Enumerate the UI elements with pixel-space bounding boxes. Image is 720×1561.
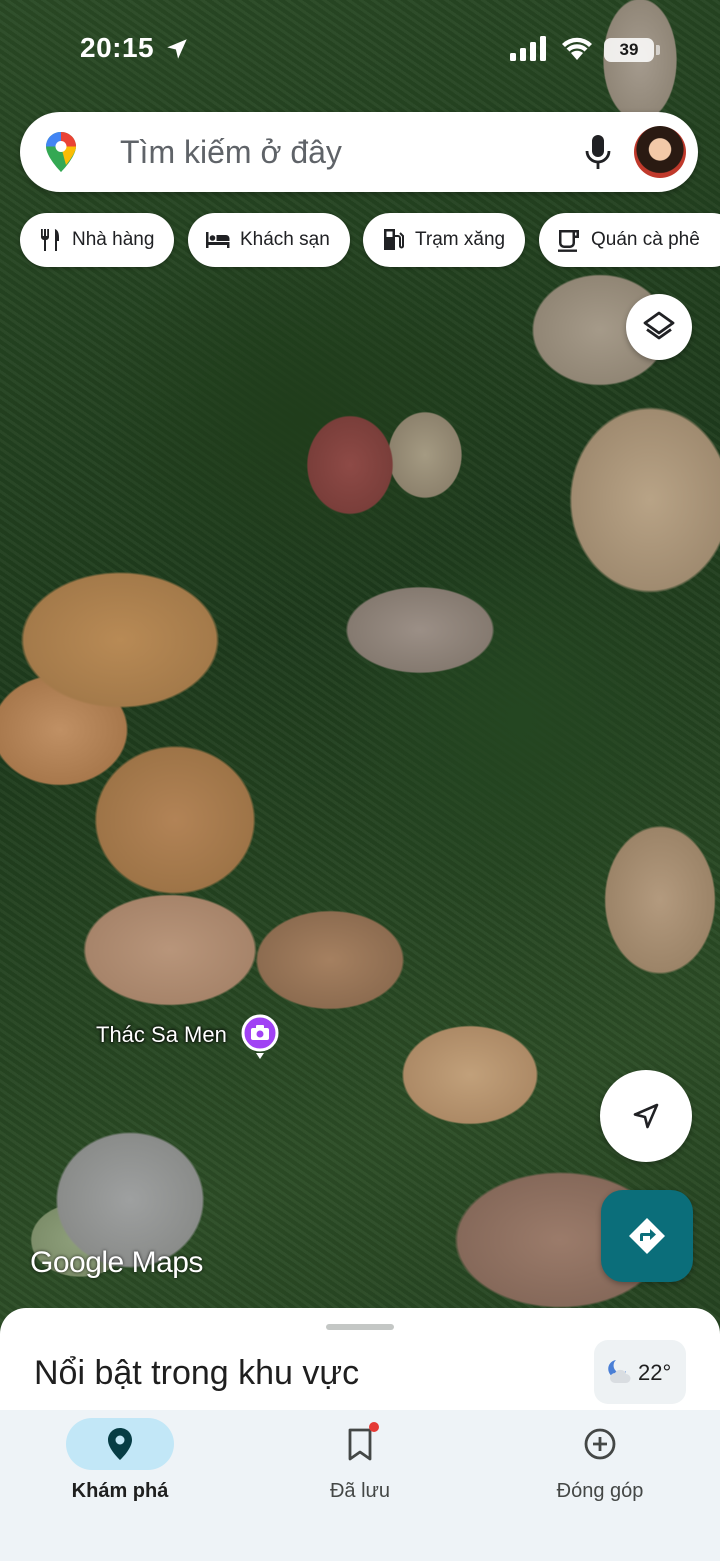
chip-restaurants[interactable]: Nhà hàng	[20, 213, 174, 267]
explore-pin-icon	[108, 1428, 132, 1460]
bottom-sheet[interactable]: Nổi bật trong khu vực 22°	[0, 1308, 720, 1418]
sheet-title: Nổi bật trong khu vực	[34, 1354, 360, 1392]
directions-icon	[629, 1218, 665, 1254]
nav-saved[interactable]: Đã lưu	[240, 1410, 480, 1561]
chip-hotels[interactable]: Khách sạn	[188, 213, 350, 267]
chip-label: Khách sạn	[240, 229, 330, 250]
nav-label: Đóng góp	[556, 1480, 644, 1502]
gas-station-icon	[384, 229, 404, 250]
chip-label: Quán cà phê	[591, 229, 700, 250]
hotel-icon	[206, 232, 230, 248]
search-input[interactable]: Tìm kiếm ở đây	[120, 134, 342, 171]
chip-label: Trạm xăng	[415, 229, 506, 250]
google-maps-watermark: Google Maps	[30, 1246, 203, 1279]
navigation-arrow-icon	[633, 1103, 659, 1129]
signal-icon	[510, 36, 546, 61]
status-time: 20:15	[80, 32, 155, 63]
chip-label: Nhà hàng	[72, 229, 155, 250]
nav-explore[interactable]: Khám phá	[0, 1410, 240, 1561]
weather-chip[interactable]: 22°	[594, 1340, 686, 1404]
nav-contribute[interactable]: Đóng góp	[480, 1410, 720, 1561]
night-cloud-icon	[608, 1360, 631, 1383]
bottom-nav: Khám phá Đã lưu Đóng góp	[0, 1410, 720, 1561]
layers-icon	[643, 311, 675, 340]
layers-button[interactable]	[626, 294, 692, 360]
avatar[interactable]	[634, 126, 686, 178]
add-circle-icon	[584, 1428, 616, 1460]
battery-cap	[656, 45, 660, 55]
my-location-button[interactable]	[600, 1070, 692, 1162]
coffee-icon	[558, 230, 579, 252]
search-bar[interactable]: Tìm kiếm ở đây	[20, 112, 698, 192]
restaurant-icon	[41, 229, 59, 251]
category-chips: Nhà hàng Khách sạn Trạm xăng Quán cà phê	[20, 213, 720, 267]
google-maps-pin-icon	[46, 132, 76, 172]
nav-label: Đã lưu	[329, 1480, 391, 1502]
battery-icon: 39	[604, 38, 654, 62]
location-arrow-icon	[167, 39, 187, 59]
battery-level: 39	[619, 40, 639, 59]
status-bar: 20:15 39	[0, 30, 720, 70]
camera-pin-icon[interactable]	[240, 1014, 280, 1060]
directions-button[interactable]	[601, 1190, 693, 1282]
nav-label: Khám phá	[71, 1480, 169, 1502]
notification-dot	[369, 1422, 379, 1432]
weather-temperature: 22°	[638, 1360, 672, 1385]
place-label[interactable]: Thác Sa Men	[96, 1022, 227, 1048]
wifi-icon	[562, 37, 592, 60]
chip-gas-stations[interactable]: Trạm xăng	[363, 213, 525, 267]
sheet-drag-handle[interactable]	[326, 1324, 394, 1330]
mic-icon[interactable]	[582, 132, 614, 172]
chip-coffee[interactable]: Quán cà phê	[539, 213, 720, 267]
